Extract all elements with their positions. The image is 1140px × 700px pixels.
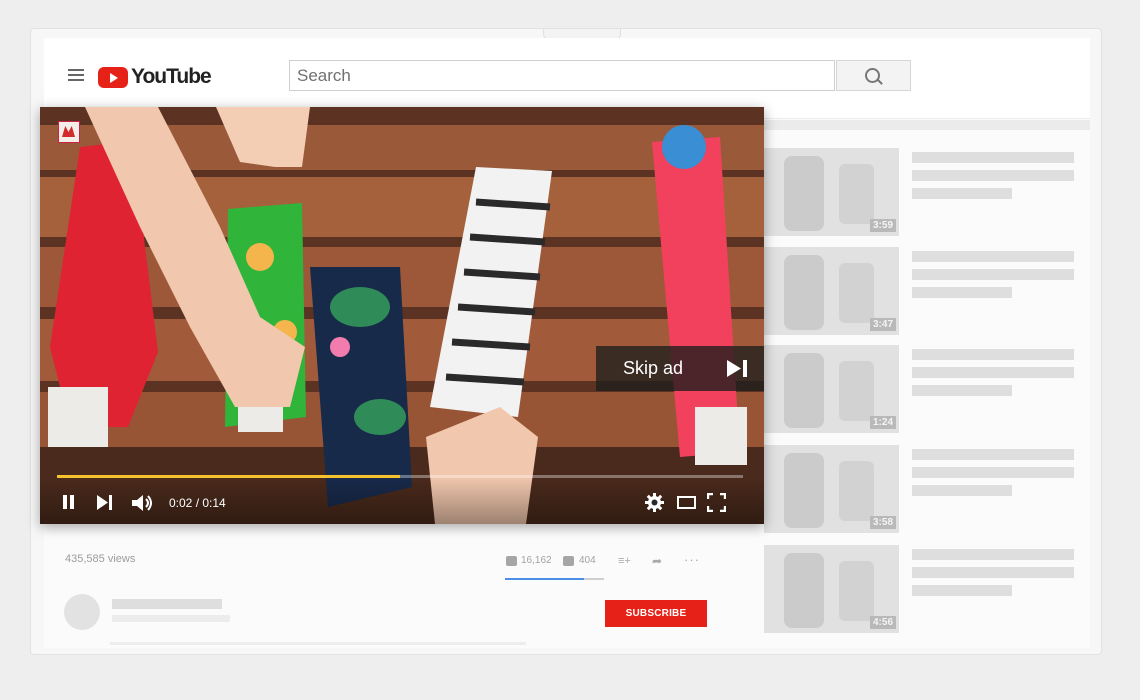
video-meta-placeholder xyxy=(912,188,1012,199)
video-title-placeholder xyxy=(912,251,1074,262)
video-thumbnail[interactable]: 4:56 xyxy=(764,545,899,633)
share-icon[interactable]: ➦ xyxy=(652,554,662,568)
thumbs-up-icon[interactable] xyxy=(506,556,517,566)
fullscreen-icon[interactable] xyxy=(707,493,726,512)
logo-text: YouTube xyxy=(131,65,212,88)
youtube-logo-icon xyxy=(98,66,128,88)
sentiment-fill xyxy=(505,578,585,580)
recommended-video[interactable]: 3:58 xyxy=(764,445,1090,537)
video-frame-art xyxy=(40,107,764,524)
dislike-count: 404 xyxy=(579,555,596,566)
video-thumbnail[interactable]: 3:58 xyxy=(764,445,899,533)
video-meta-placeholder xyxy=(912,385,1012,396)
description-placeholder xyxy=(110,642,526,645)
video-title-placeholder xyxy=(912,449,1074,460)
video-title-placeholder xyxy=(912,269,1074,280)
video-player[interactable]: Skip ad 0:02 / 0:14 xyxy=(40,107,764,524)
youtube-logo[interactable]: YouTube xyxy=(98,65,212,89)
thumbs-down-icon[interactable] xyxy=(563,556,574,566)
time-display: 0:02 / 0:14 xyxy=(169,496,226,510)
channel-name-placeholder xyxy=(112,599,222,609)
video-meta-placeholder xyxy=(912,585,1012,596)
menu-icon[interactable] xyxy=(68,69,84,82)
video-title-placeholder xyxy=(912,349,1074,360)
skip-ad-button[interactable]: Skip ad xyxy=(596,346,764,391)
video-duration: 1:24 xyxy=(869,416,896,429)
recommended-video[interactable]: 4:56 xyxy=(764,545,1090,637)
video-title-placeholder xyxy=(912,367,1074,378)
video-duration: 3:58 xyxy=(869,516,896,529)
video-title-placeholder xyxy=(912,152,1074,163)
video-thumbnail[interactable]: 3:59 xyxy=(764,148,899,236)
video-title-placeholder xyxy=(912,170,1074,181)
search-button[interactable] xyxy=(836,60,911,91)
video-title-placeholder xyxy=(912,549,1074,560)
channel-subtitle-placeholder xyxy=(112,615,230,622)
subscribe-button[interactable]: SUBSCRIBE xyxy=(605,600,707,627)
skip-next-icon xyxy=(727,360,747,377)
video-thumbnail[interactable]: 1:24 xyxy=(764,345,899,433)
skip-ad-label: Skip ad xyxy=(623,358,684,378)
search-input[interactable] xyxy=(289,60,835,91)
pause-icon[interactable] xyxy=(62,495,76,510)
video-thumbnail[interactable]: 3:47 xyxy=(764,247,899,335)
add-to-playlist-icon[interactable]: ≡+ xyxy=(618,555,631,567)
recommended-video[interactable]: 3:47 xyxy=(764,247,1090,339)
theater-icon[interactable] xyxy=(677,496,696,509)
more-icon[interactable]: ··· xyxy=(684,552,700,567)
advertiser-logo[interactable] xyxy=(58,121,80,143)
search-icon xyxy=(865,68,880,83)
video-duration: 4:56 xyxy=(869,616,896,629)
recommended-video[interactable]: 1:24 xyxy=(764,345,1090,437)
channel-avatar[interactable] xyxy=(64,594,100,630)
like-count: 16,162 xyxy=(521,555,552,566)
video-meta-placeholder xyxy=(912,485,1012,496)
next-icon[interactable] xyxy=(96,495,114,510)
video-title-placeholder xyxy=(912,567,1074,578)
video-meta-placeholder xyxy=(912,287,1012,298)
video-title-placeholder xyxy=(912,467,1074,478)
settings-icon[interactable] xyxy=(645,493,664,512)
view-count: 435,585 views xyxy=(65,553,136,565)
volume-icon[interactable] xyxy=(132,494,154,512)
sidebar-header-band xyxy=(744,120,1090,130)
recommended-video[interactable]: 3:59 xyxy=(764,148,1090,240)
video-duration: 3:47 xyxy=(869,318,896,331)
sentiment-bar xyxy=(505,578,604,580)
video-duration: 3:59 xyxy=(869,219,896,232)
player-controls: 0:02 / 0:14 xyxy=(40,477,764,524)
